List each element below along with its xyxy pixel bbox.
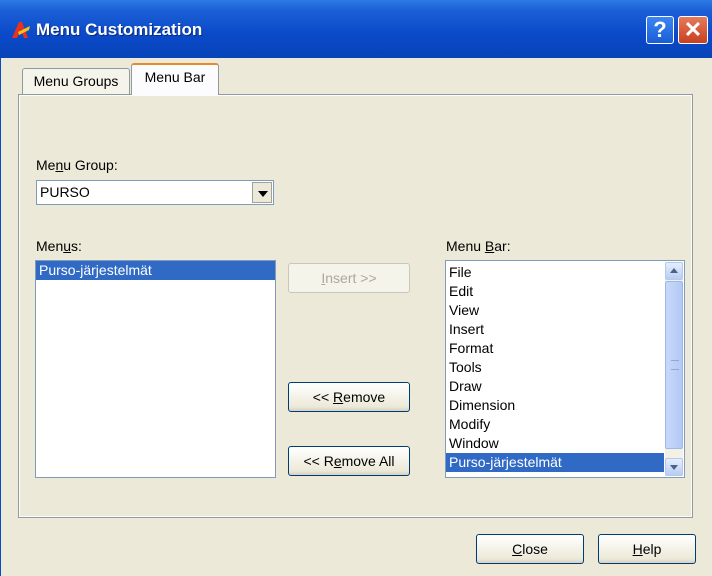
tab-menu-groups[interactable]: Menu Groups bbox=[22, 68, 130, 94]
remove-all-button[interactable]: << Remove All bbox=[288, 446, 410, 476]
menus-label: Menus: bbox=[36, 238, 82, 254]
menu-bar-label: Menu Bar: bbox=[446, 238, 511, 254]
menu-group-dropdown[interactable]: PURSO bbox=[36, 180, 274, 205]
list-item[interactable]: View bbox=[446, 301, 664, 320]
menu-group-value: PURSO bbox=[40, 184, 90, 200]
chevron-down-icon[interactable] bbox=[252, 182, 272, 203]
tab-menu-bar[interactable]: Menu Bar bbox=[131, 63, 219, 95]
help-button[interactable]: Help bbox=[598, 534, 696, 564]
remove-button[interactable]: << Remove bbox=[288, 382, 410, 412]
scroll-thumb[interactable] bbox=[665, 281, 683, 449]
list-item[interactable]: Purso-järjestelmät bbox=[446, 453, 664, 472]
app-icon bbox=[12, 22, 30, 38]
list-item[interactable]: Window bbox=[446, 434, 664, 453]
help-title-button[interactable]: ? bbox=[646, 16, 674, 44]
list-item[interactable]: File bbox=[446, 263, 664, 282]
window-title: Menu Customization bbox=[36, 20, 203, 39]
menus-listbox[interactable]: Purso-järjestelmät bbox=[35, 260, 276, 478]
menu-group-label: Menu Group: bbox=[36, 157, 118, 173]
question-mark-icon: ? bbox=[653, 17, 667, 42]
insert-button[interactable]: Insert >> bbox=[288, 263, 410, 293]
scroll-up-icon[interactable] bbox=[665, 262, 683, 280]
menu-bar-listbox[interactable]: File Edit View Insert Format Tools Draw … bbox=[445, 260, 685, 478]
list-item[interactable]: Purso-järjestelmät bbox=[36, 261, 275, 280]
title-bar[interactable]: Menu Customization ? ✕ bbox=[0, 0, 712, 58]
close-title-button[interactable]: ✕ bbox=[678, 16, 708, 44]
close-button[interactable]: Close bbox=[476, 534, 584, 564]
list-item[interactable]: Edit bbox=[446, 282, 664, 301]
list-item[interactable]: Dimension bbox=[446, 396, 664, 415]
close-icon: ✕ bbox=[683, 17, 703, 42]
scrollbar[interactable] bbox=[665, 262, 683, 476]
list-item[interactable]: Draw bbox=[446, 377, 664, 396]
scroll-down-icon[interactable] bbox=[665, 458, 683, 476]
list-item[interactable]: Format bbox=[446, 339, 664, 358]
list-item[interactable]: Insert bbox=[446, 320, 664, 339]
list-item[interactable]: Tools bbox=[446, 358, 664, 377]
list-item[interactable]: Modify bbox=[446, 415, 664, 434]
